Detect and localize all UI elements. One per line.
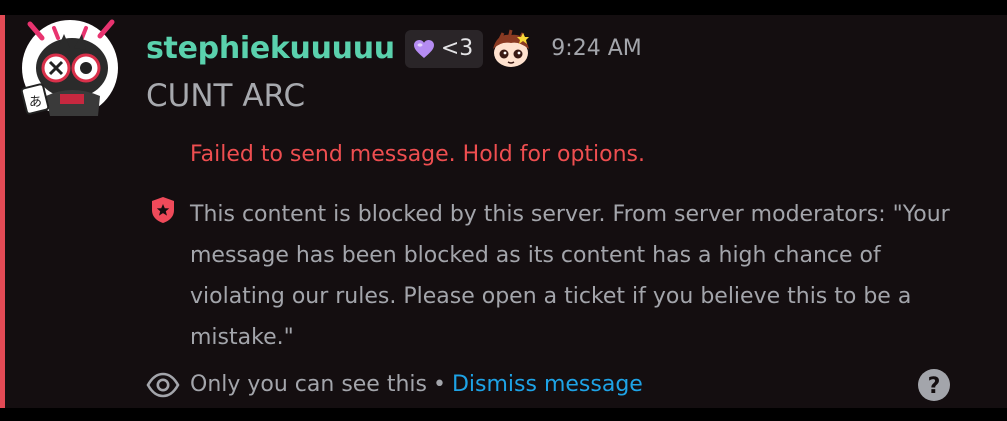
separator-dot: • xyxy=(432,372,446,397)
svg-text:?: ? xyxy=(928,374,941,399)
failed-to-send-text[interactable]: Failed to send message. Hold for options… xyxy=(190,139,645,171)
failed-message-accent-bar xyxy=(0,15,5,408)
message-header: stephiekuuuuu <3 9:24 AM xyxy=(146,29,642,68)
avatar[interactable]: あ xyxy=(20,18,120,118)
username[interactable]: stephiekuuuuu xyxy=(146,31,395,67)
message-content: CUNT ARC xyxy=(146,78,306,114)
eye-icon xyxy=(146,372,180,398)
message-timestamp[interactable]: 9:24 AM xyxy=(551,31,641,67)
question-mark-icon[interactable]: ? xyxy=(917,368,951,402)
message-container[interactable]: あ stephiekuuuuu <3 9:24 AM CUNT ARC Fail… xyxy=(0,15,1007,408)
shield-star-icon xyxy=(152,197,174,223)
dismiss-message-link[interactable]: Dismiss message xyxy=(452,372,643,397)
role-tag-text: <3 xyxy=(440,36,474,61)
only-you-can-see-text: Only you can see this xyxy=(190,372,427,397)
role-tag[interactable]: <3 xyxy=(404,30,484,68)
blocked-content-notice: This content is blocked by this server. … xyxy=(190,202,950,350)
svg-text:あ: あ xyxy=(29,95,42,110)
ephemeral-notice: Only you can see this • Dismiss message xyxy=(190,369,643,401)
anime-character-emoji xyxy=(493,29,530,67)
purple-heart-icon xyxy=(413,40,434,58)
